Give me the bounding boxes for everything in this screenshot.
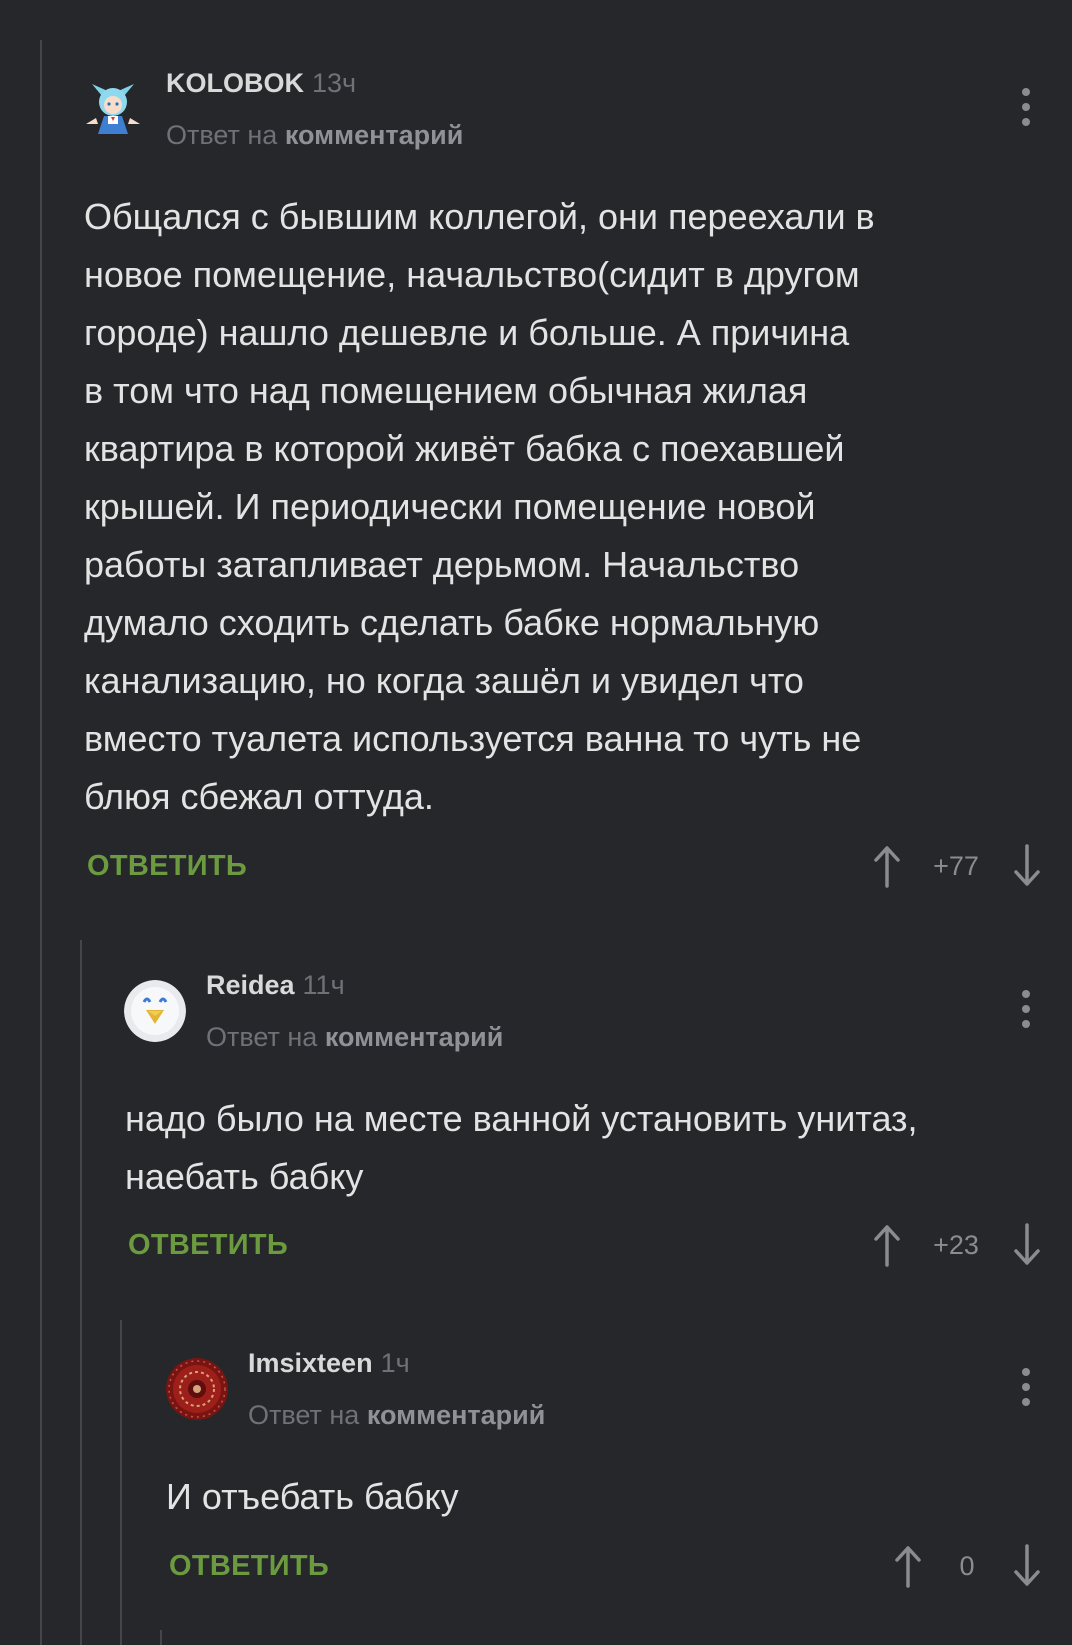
thread-line-level-1: [40, 40, 42, 1645]
reply-button[interactable]: ОТВЕТИТЬ: [87, 850, 247, 883]
reply-to-link[interactable]: комментарий: [285, 120, 464, 150]
vote-up-icon[interactable]: [893, 1544, 923, 1588]
comment-time: 13ч: [312, 68, 357, 98]
comment-body: Общался с бывшим коллегой, они переехали…: [84, 196, 875, 817]
red-carpet-avatar-icon: [166, 1358, 228, 1420]
comment-time: 1ч: [380, 1348, 410, 1378]
anime-girl-avatar-icon: [86, 84, 140, 134]
comment-author[interactable]: KOLOBOK 13ч: [166, 68, 356, 99]
more-options-icon[interactable]: [1020, 88, 1032, 126]
avatar[interactable]: [166, 1358, 228, 1420]
reply-to-line: Ответ на комментарий: [166, 120, 463, 151]
reply-to-link[interactable]: комментарий: [367, 1400, 546, 1430]
author-name[interactable]: Imsixteen: [248, 1348, 373, 1378]
more-options-icon[interactable]: [1020, 1368, 1032, 1406]
vote-down-icon[interactable]: [1012, 1223, 1042, 1267]
comment-body: И отъебать бабку: [166, 1476, 459, 1517]
reply-to-line: Ответ на комментарий: [248, 1400, 545, 1431]
thread-line-level-2: [80, 940, 82, 1645]
vote-up-icon[interactable]: [872, 1223, 902, 1267]
comment-author[interactable]: Imsixteen 1ч: [248, 1348, 410, 1379]
vote-down-icon[interactable]: [1012, 1544, 1042, 1588]
comment-time: 11ч: [302, 970, 345, 1000]
rating-count: 0: [959, 1551, 975, 1581]
thread-line-level-3: [120, 1320, 122, 1645]
reply-to-prefix: Ответ на: [248, 1400, 360, 1430]
reply-to-prefix: Ответ на: [166, 120, 278, 150]
reply-button[interactable]: ОТВЕТИТЬ: [128, 1229, 288, 1262]
reply-to-prefix: Ответ на: [206, 1022, 318, 1052]
vote-down-icon[interactable]: [1012, 844, 1042, 888]
comment-author[interactable]: Reidea 11ч: [206, 970, 345, 1001]
bird-avatar-icon: [124, 980, 186, 1042]
rating-count: +23: [933, 1230, 979, 1260]
reply-to-link[interactable]: комментарий: [325, 1022, 504, 1052]
vote-up-icon[interactable]: [872, 844, 902, 888]
author-name[interactable]: KOLOBOK: [166, 68, 304, 98]
more-options-icon[interactable]: [1020, 990, 1032, 1028]
author-name[interactable]: Reidea: [206, 970, 295, 1000]
avatar[interactable]: [124, 980, 186, 1042]
comment-body: надо было на месте ванной установить уни…: [125, 1098, 918, 1197]
reply-button[interactable]: ОТВЕТИТЬ: [169, 1550, 329, 1583]
reply-to-line: Ответ на комментарий: [206, 1022, 503, 1053]
thread-line-level-4: [160, 1630, 162, 1645]
avatar[interactable]: [82, 78, 144, 140]
rating-count: +77: [933, 851, 979, 881]
